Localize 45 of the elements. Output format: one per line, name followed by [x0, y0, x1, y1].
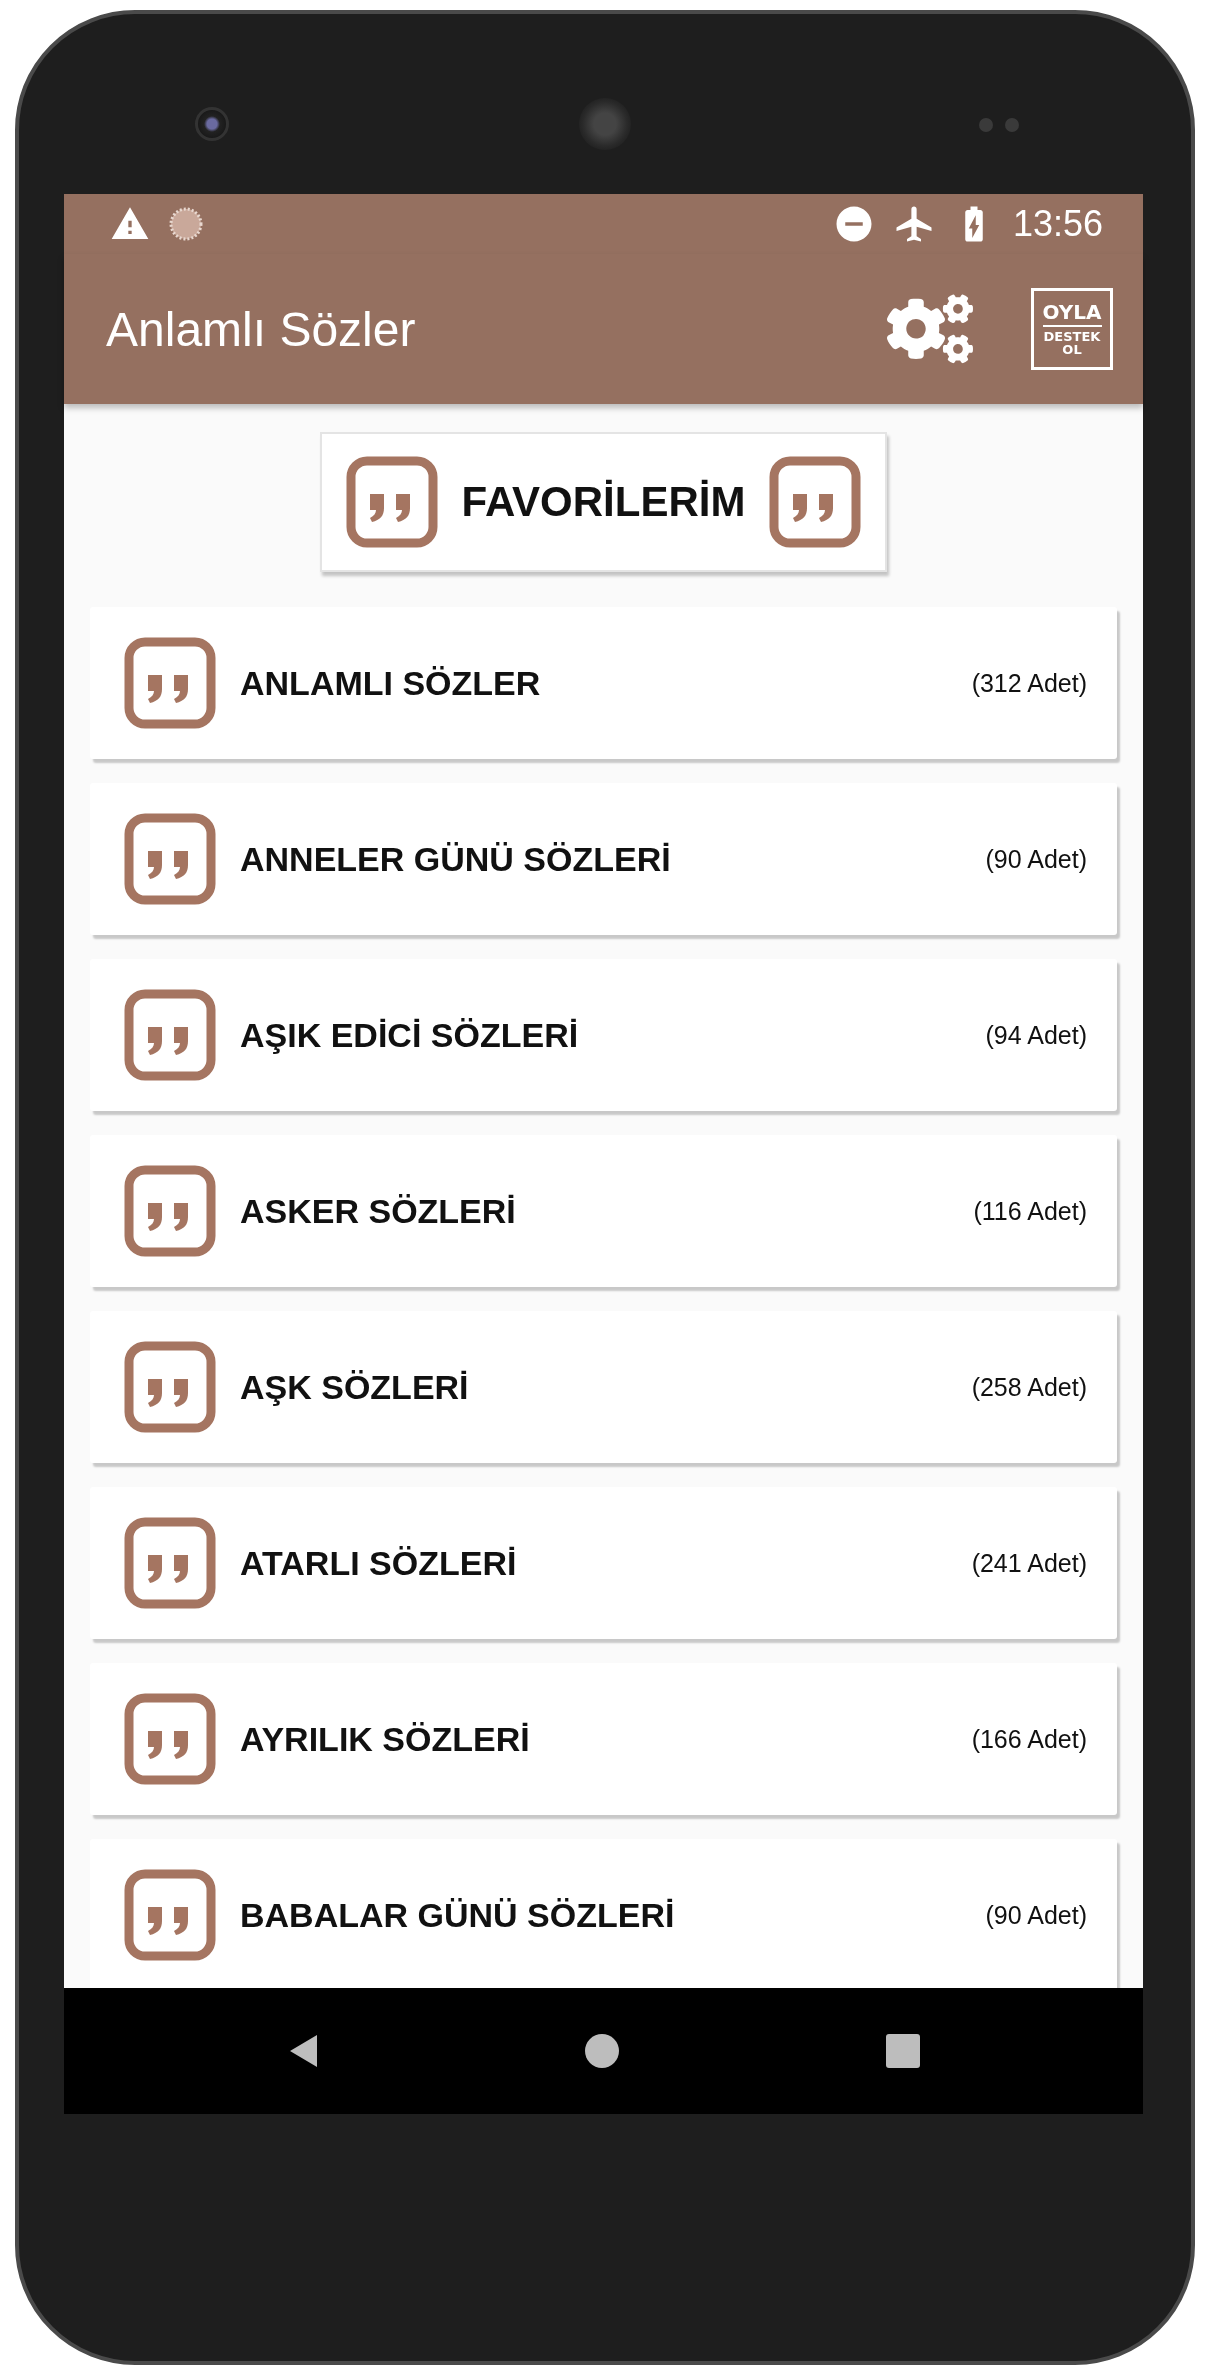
category-count: (94 Adet)	[985, 1020, 1087, 1050]
recents-button[interactable]	[885, 2034, 920, 2068]
category-card[interactable]: AŞK SÖZLERİ (258 Adet)	[90, 1311, 1117, 1463]
quote-icon	[346, 456, 438, 548]
category-count: (116 Adet)	[973, 1196, 1087, 1226]
category-name: ANLAMLI SÖZLER	[240, 663, 542, 703]
sensor-dot	[979, 118, 993, 132]
category-count: (166 Adet)	[971, 1724, 1087, 1754]
category-name: ATARLI SÖZLERİ	[240, 1543, 518, 1583]
quote-icon	[124, 637, 216, 729]
sensor-dot	[1005, 118, 1019, 132]
quote-icon	[124, 1869, 216, 1961]
category-count: (90 Adet)	[985, 1900, 1087, 1930]
category-name: AŞK SÖZLERİ	[240, 1367, 470, 1407]
quote-icon	[124, 1341, 216, 1433]
loading-circle-icon	[168, 206, 204, 242]
category-card[interactable]: ATARLI SÖZLERİ (241 Adet)	[90, 1487, 1117, 1639]
quote-icon	[124, 1165, 216, 1257]
app-title: Anlamlı Sözler	[106, 301, 416, 357]
speaker-grille	[579, 98, 631, 150]
quote-icon	[124, 1517, 216, 1609]
category-count: (312 Adet)	[971, 668, 1087, 698]
category-name: ASKER SÖZLERİ	[240, 1191, 517, 1231]
category-count: (90 Adet)	[985, 844, 1087, 874]
category-card[interactable]: AYRILIK SÖZLERİ (166 Adet)	[90, 1663, 1117, 1815]
category-card[interactable]: ASKER SÖZLERİ (116 Adet)	[90, 1135, 1117, 1287]
category-card[interactable]: ANLAMLI SÖZLER (312 Adet)	[90, 607, 1117, 759]
vote-support-button[interactable]: OYLA DESTEK OL	[1031, 288, 1113, 370]
category-count: (258 Adet)	[971, 1372, 1087, 1402]
favorites-button[interactable]: FAVORİLERİM	[320, 432, 887, 572]
category-card[interactable]: AŞIK EDİCİ SÖZLERİ (94 Adet)	[90, 959, 1117, 1111]
quote-icon	[124, 1693, 216, 1785]
quote-icon	[124, 813, 216, 905]
category-name: BABALAR GÜNÜ SÖZLERİ	[240, 1895, 676, 1935]
category-count: (241 Adet)	[971, 1548, 1087, 1578]
home-button[interactable]	[585, 2034, 620, 2068]
status-time: 13:56	[1012, 203, 1103, 245]
category-name: AYRILIK SÖZLERİ	[240, 1719, 531, 1759]
camera-lens	[195, 107, 229, 141]
quote-icon	[124, 989, 216, 1081]
category-name: ANNELER GÜNÜ SÖZLERİ	[240, 839, 672, 879]
category-card[interactable]: BABALAR GÜNÜ SÖZLERİ (90 Adet)	[90, 1839, 1117, 1988]
category-card[interactable]: ANNELER GÜNÜ SÖZLERİ (90 Adet)	[90, 783, 1117, 935]
category-name: AŞIK EDİCİ SÖZLERİ	[240, 1015, 580, 1055]
quote-icon	[769, 456, 861, 548]
